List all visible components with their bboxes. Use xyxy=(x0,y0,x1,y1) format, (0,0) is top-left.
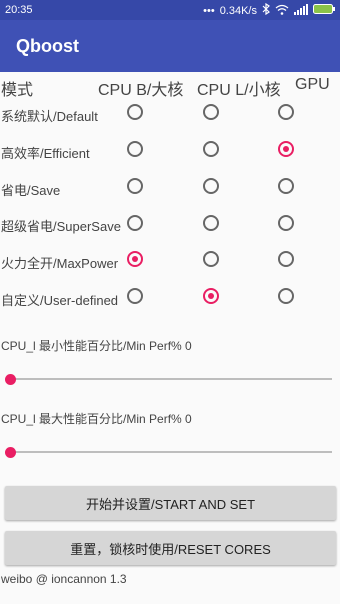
radio-supersave-gpu[interactable] xyxy=(278,215,294,231)
radio-default-cpu-little[interactable] xyxy=(203,104,219,120)
status-icons: ••• 0.34K/s xyxy=(203,2,335,18)
max-perf-slider-thumb[interactable] xyxy=(5,447,16,458)
radio-default-gpu[interactable] xyxy=(278,104,294,120)
mode-label-efficient: 高效率/Efficient xyxy=(1,146,90,161)
mode-label-default: 系统默认/Default xyxy=(1,109,98,124)
max-perf-slider[interactable] xyxy=(10,451,332,453)
radio-save-cpu-little[interactable] xyxy=(203,178,219,194)
radio-user-defined-cpu-big[interactable] xyxy=(127,288,143,304)
wifi-icon xyxy=(275,4,289,18)
gpu-column-header: GPU xyxy=(295,76,330,93)
radio-efficient-cpu-big[interactable] xyxy=(127,141,143,157)
signal-icon xyxy=(294,3,308,18)
max-perf-label: CPU_l 最大性能百分比/Min Perf% 0 xyxy=(1,412,192,426)
bluetooth-icon xyxy=(262,2,270,18)
radio-efficient-cpu-little[interactable] xyxy=(203,141,219,157)
radio-user-defined-cpu-little[interactable] xyxy=(203,288,219,304)
battery-icon xyxy=(313,4,335,17)
mode-label-save: 省电/Save xyxy=(1,183,61,198)
radio-maxpower-cpu-big[interactable] xyxy=(127,251,143,267)
status-bar: 20:35 ••• 0.34K/s xyxy=(0,0,340,20)
min-perf-label: CPU_l 最小性能百分比/Min Perf% 0 xyxy=(1,339,192,353)
radio-save-cpu-big[interactable] xyxy=(127,178,143,194)
mode-column-header: 模式 xyxy=(1,82,34,99)
radio-supersave-cpu-little[interactable] xyxy=(203,215,219,231)
footer-credit: weibo @ ioncannon 1.3 xyxy=(1,572,127,586)
cpu-little-column-header: CPU L/小核 xyxy=(197,82,281,99)
cpu-big-column-header: CPU B/大核 xyxy=(98,82,184,99)
min-perf-slider-thumb[interactable] xyxy=(5,374,16,385)
radio-maxpower-cpu-little[interactable] xyxy=(203,251,219,267)
radio-save-gpu[interactable] xyxy=(278,178,294,194)
app-bar: Qboost xyxy=(0,20,340,72)
radio-maxpower-gpu[interactable] xyxy=(278,251,294,267)
radio-user-defined-gpu[interactable] xyxy=(278,288,294,304)
start-and-set-button[interactable]: 开始并设置/START AND SET xyxy=(5,486,336,520)
network-speed: 0.34K/s xyxy=(219,4,257,17)
app-title: Qboost xyxy=(16,36,79,56)
radio-default-cpu-big[interactable] xyxy=(127,104,143,120)
mode-label-maxpower: 火力全开/MaxPower xyxy=(1,256,119,271)
mode-label-supersave: 超级省电/SuperSave xyxy=(1,219,121,234)
radio-efficient-gpu[interactable] xyxy=(278,141,294,157)
reset-cores-button[interactable]: 重置，锁核时使用/RESET CORES xyxy=(5,531,336,565)
status-time: 20:35 xyxy=(5,4,33,16)
min-perf-slider[interactable] xyxy=(10,378,332,380)
radio-supersave-cpu-big[interactable] xyxy=(127,215,143,231)
mode-label-user-defined: 自定义/User-defined xyxy=(1,293,119,308)
dots-icon: ••• xyxy=(203,4,215,17)
